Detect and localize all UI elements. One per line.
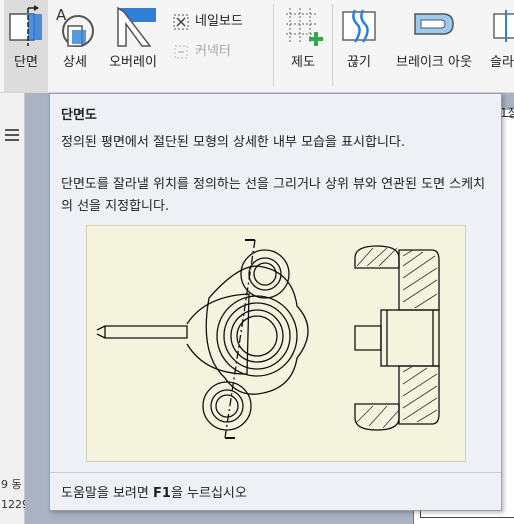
section-view-illustration — [86, 225, 466, 462]
connector-button[interactable]: 커넥터 — [172, 40, 231, 61]
ribbon-panel-fragment: 1정 — [500, 106, 514, 120]
slice-button[interactable]: 슬라 — [488, 0, 514, 92]
draft-button[interactable]: 제도 — [280, 0, 326, 92]
section-view-tooltip: 단면도 정의된 평면에서 절단된 모형의 상세한 내부 모습을 표시합니다. 단… — [49, 93, 502, 511]
section-view-icon — [9, 5, 42, 46]
browser-panel: 9 동 1229 — [0, 93, 29, 524]
nailboard-button[interactable]: 네일보드 — [172, 10, 243, 31]
help-key: F1 — [153, 486, 171, 501]
detail-view-icon: A — [56, 6, 94, 47]
nailboard-icon — [173, 14, 189, 29]
tooltip-divider — [50, 472, 501, 473]
break-view-icon — [414, 13, 454, 35]
overlay-icon — [117, 6, 156, 47]
overlay-button[interactable]: 오버레이 — [102, 0, 164, 92]
ribbon-separator — [273, 4, 274, 86]
draft-grid-icon — [286, 8, 323, 46]
connector-icon — [174, 45, 188, 58]
section-view-button[interactable]: 단면 — [4, 0, 48, 92]
slice-icon — [493, 10, 514, 42]
tooltip-description: 정의된 평면에서 절단된 모형의 상세한 내부 모습을 표시합니다. — [61, 135, 406, 150]
break-view-button[interactable]: 브레이크 아웃 — [384, 0, 484, 92]
break-out-icon — [342, 9, 376, 43]
break-out-button[interactable]: 끊기 — [338, 0, 380, 92]
status-fragment: 9 동 — [1, 478, 22, 491]
menu-icon[interactable] — [5, 129, 19, 141]
tooltip-description-detail: 단면도를 잘라낼 위치를 정의하는 선을 그리거나 상위 뷰와 연관된 도면 스… — [61, 177, 486, 214]
tooltip-help-hint: 도움말을 보려면 F1을 누르십시오 — [61, 486, 247, 501]
detail-view-button[interactable]: A 상세 — [52, 0, 98, 92]
ribbon-separator — [332, 4, 333, 86]
ribbon: 단면 A 상세 오버레이 네일보드 커넥터 제도 끊기 브레이크 아웃 슬라 — [0, 0, 514, 93]
section-drawing-image — [96, 239, 440, 439]
tooltip-title: 단면도 — [61, 108, 97, 123]
